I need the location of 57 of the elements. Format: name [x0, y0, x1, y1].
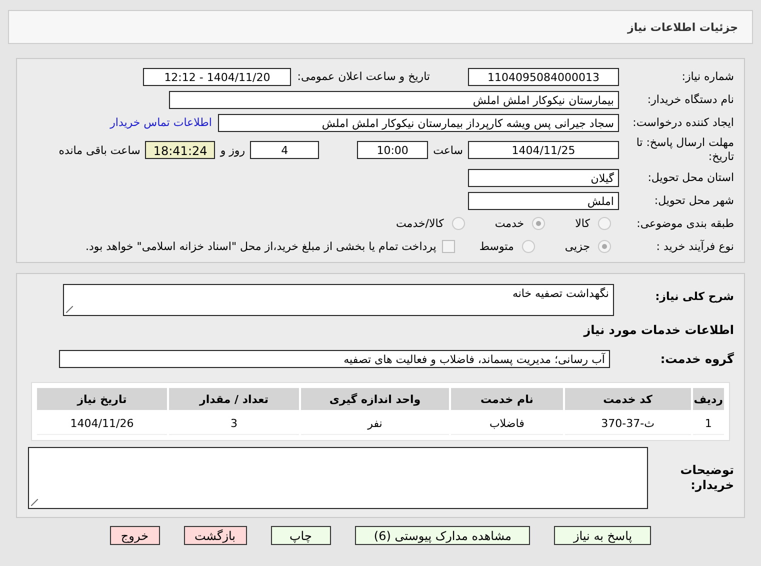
field-label: ایجاد کننده درخواست:	[632, 116, 734, 129]
description-field[interactable]: نگهداشت تصفیه خانه	[63, 284, 614, 316]
text-field[interactable]: بیمارستان نیکوکار املش املش	[169, 90, 619, 108]
option-label: جزیی	[564, 240, 590, 253]
field-label: مهلت ارسال پاسخ: تا تاریخ:	[635, 136, 734, 164]
field-label: گروه خدمت:	[659, 352, 734, 366]
section-heading: اطلاعات خدمات مورد نیاز	[584, 323, 734, 337]
text-field[interactable]: 10:00	[357, 141, 428, 159]
field-label: توضیحات خریدار:	[679, 463, 734, 493]
field-value: نگهداشت تصفیه خانه	[512, 287, 609, 300]
text-field[interactable]: گیلان	[468, 168, 619, 186]
radio-button[interactable]	[522, 240, 535, 253]
field-label: ساعت	[433, 144, 463, 156]
resize-grip-icon	[31, 499, 38, 506]
column-header: تعداد / مقدار	[169, 388, 299, 410]
radio-button[interactable]	[532, 217, 546, 230]
option-label: خدمت	[494, 217, 524, 230]
text-field[interactable]: آب رسانی؛ مدیریت پسماند، فاضلاب و فعالیت های تصفیه	[59, 350, 610, 368]
field-label: تاریخ و ساعت اعلان عمومی:	[297, 70, 430, 83]
checkbox[interactable]	[442, 240, 456, 253]
column-header: ردیف	[692, 388, 724, 410]
option-label: کالا/خدمت	[396, 217, 444, 230]
option-label: متوسط	[479, 240, 514, 253]
radio-button[interactable]	[452, 217, 465, 230]
field-label: نام دستگاه خریدار:	[646, 93, 734, 106]
contact-link[interactable]: اطلاعات تماس خریدار	[110, 116, 212, 129]
radio-button[interactable]	[598, 217, 611, 230]
text-field[interactable]: سجاد جیرانی پس ویشه کارپرداز بیمارستان نیکوکار املش املش	[218, 114, 619, 132]
field-label: ساعت باقی مانده	[58, 144, 140, 156]
text-field[interactable]: 1404/11/25	[468, 141, 619, 159]
action-button[interactable]: چاپ	[270, 526, 331, 545]
text-field[interactable]: 1404/11/20 - 12:12	[143, 68, 292, 86]
radio-button[interactable]	[598, 240, 611, 253]
field-label: روز و	[220, 144, 246, 156]
page-title: جزئیات اطلاعات نیاز	[628, 20, 738, 34]
text-field[interactable]: 4	[250, 141, 320, 159]
column-header: نام خدمت	[451, 388, 563, 410]
text-field[interactable]: املش	[468, 192, 619, 210]
countdown-field[interactable]: 18:41:24	[145, 141, 216, 159]
option-label: کالا	[575, 217, 590, 230]
column-header: واحد اندازه گیری	[301, 388, 449, 410]
field-label: نوع فرآیند خرید :	[655, 240, 734, 253]
field-label: استان محل تحویل:	[646, 171, 734, 184]
field-label: شماره نیاز:	[680, 70, 734, 83]
action-button[interactable]: خروج	[110, 526, 160, 545]
action-button[interactable]: مشاهده مدارک پیوستی (6)	[354, 526, 530, 545]
column-header: کد خدمت	[564, 388, 691, 410]
resize-grip-icon	[66, 306, 73, 313]
checkbox-label: پرداخت تمام یا بخشی از مبلغ خرید،از محل "اسناد خزانه اسلامی" خواهد بود.	[86, 240, 436, 253]
column-header: تاریخ نیاز	[37, 388, 167, 410]
text-field[interactable]: 1104095084000013	[468, 68, 619, 86]
field-label: شرح کلی نیاز:	[654, 289, 734, 303]
action-button[interactable]: پاسخ به نیاز	[554, 526, 652, 545]
action-button[interactable]: بازگشت	[184, 526, 246, 545]
notes-field[interactable]	[28, 447, 648, 509]
field-label: شهر محل تحویل:	[653, 194, 734, 207]
field-label: طبقه بندی موضوعی:	[636, 217, 734, 230]
